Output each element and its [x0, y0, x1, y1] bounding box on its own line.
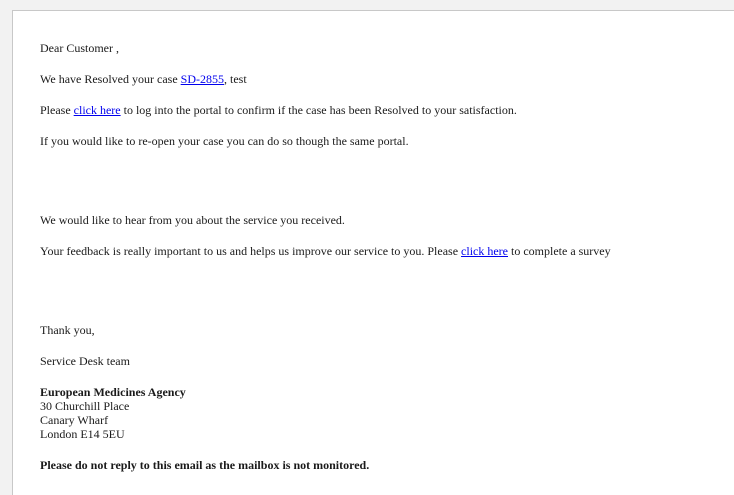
signature-address-3: London E14 5EU [40, 427, 125, 441]
resolved-line: We have Resolved your case SD-2855, test [40, 72, 247, 86]
portal-confirm-link[interactable]: click here [74, 103, 121, 117]
confirm-suffix: to log into the portal to confirm if the… [120, 103, 517, 117]
reopen-line: If you would like to re-open your case y… [40, 134, 409, 148]
resolved-prefix: We have Resolved your case [40, 72, 181, 86]
greeting: Dear Customer , [40, 41, 119, 55]
thanks-line: Thank you, [40, 323, 95, 337]
team-line: Service Desk team [40, 354, 130, 368]
confirm-line: Please click here to log into the portal… [40, 103, 517, 117]
feedback-line: Your feedback is really important to us … [40, 244, 611, 258]
feedback-prefix: Your feedback is really important to us … [40, 244, 462, 258]
case-link[interactable]: SD-2855 [181, 72, 224, 86]
email-frame: Dear Customer , We have Resolved your ca… [12, 10, 734, 495]
feedback-suffix: to complete a survey [508, 244, 611, 258]
confirm-prefix: Please [40, 103, 74, 117]
no-reply-notice: Please do not reply to this email as the… [40, 458, 370, 472]
feedback-intro: We would like to hear from you about the… [40, 213, 345, 227]
resolved-suffix: , test [224, 72, 247, 86]
signature-org: European Medicines Agency [40, 385, 186, 399]
signature-address-1: 30 Churchill Place [40, 399, 130, 413]
signature-address-2: Canary Wharf [40, 413, 109, 427]
survey-link[interactable]: click here [461, 244, 508, 258]
